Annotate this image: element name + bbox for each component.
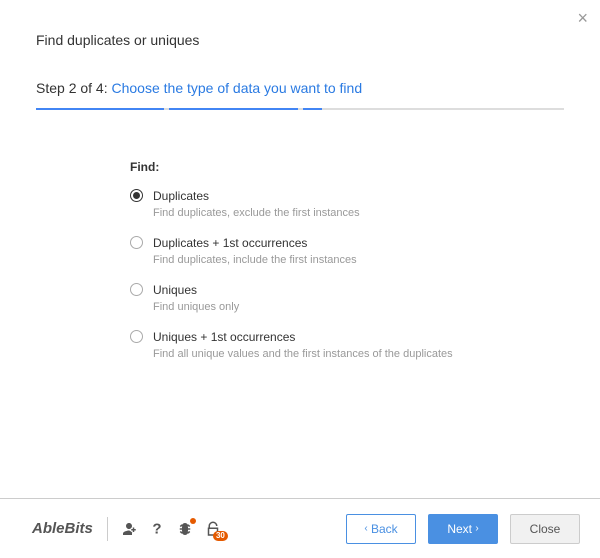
radio-hint: Find uniques only — [153, 301, 600, 313]
back-button-label: Back — [371, 522, 398, 536]
bug-icon[interactable] — [176, 520, 194, 538]
close-button[interactable]: Close — [510, 514, 580, 544]
radio-hint: Find all unique values and the first ins… — [153, 348, 600, 360]
radio-hint: Find duplicates, include the first insta… — [153, 254, 600, 266]
brand-logo: AbleBits — [32, 520, 93, 537]
notification-dot — [190, 518, 196, 524]
radio-duplicates-first[interactable]: Duplicates + 1st occurrences — [130, 235, 600, 250]
dialog-title: Find duplicates or uniques — [0, 0, 600, 56]
progress-seg-3 — [303, 108, 431, 110]
step-heading: Step 2 of 4: Choose the type of data you… — [0, 56, 600, 108]
radio-label: Duplicates + 1st occurrences — [153, 236, 307, 250]
radio-icon — [130, 236, 143, 249]
next-button-label: Next — [447, 522, 472, 536]
chevron-right-icon: › — [475, 523, 478, 534]
close-icon[interactable]: × — [577, 8, 588, 29]
radio-icon — [130, 330, 143, 343]
chevron-left-icon: ‹ — [364, 523, 367, 534]
radio-uniques-first[interactable]: Uniques + 1st occurrences — [130, 329, 600, 344]
radio-icon — [130, 283, 143, 296]
radio-uniques[interactable]: Uniques — [130, 282, 600, 297]
progress-seg-2 — [169, 108, 297, 110]
progress-seg-1 — [36, 108, 164, 110]
footer-icons: ? 30 — [120, 520, 222, 538]
step-number-label: Step 2 of 4: — [36, 80, 112, 96]
back-button[interactable]: ‹ Back — [346, 514, 416, 544]
progress-seg-4 — [436, 108, 564, 110]
radio-label: Uniques + 1st occurrences — [153, 330, 295, 344]
lock-icon[interactable]: 30 — [204, 520, 222, 538]
radio-duplicates[interactable]: Duplicates — [130, 188, 600, 203]
radio-hint: Find duplicates, exclude the first insta… — [153, 207, 600, 219]
close-button-label: Close — [530, 522, 561, 536]
next-button[interactable]: Next › — [428, 514, 498, 544]
step-description: Choose the type of data you want to find — [112, 80, 363, 96]
radio-label: Duplicates — [153, 189, 209, 203]
radio-label: Uniques — [153, 283, 197, 297]
form-content: Find: Duplicates Find duplicates, exclud… — [0, 110, 600, 360]
footer: AbleBits ? 30 ‹ Back Next › Close — [0, 498, 600, 558]
profile-icon[interactable] — [120, 520, 138, 538]
find-heading: Find: — [130, 160, 600, 174]
divider — [107, 517, 108, 541]
svg-text:?: ? — [152, 520, 161, 537]
radio-icon — [130, 189, 143, 202]
help-icon[interactable]: ? — [148, 520, 166, 538]
lock-badge: 30 — [213, 531, 228, 541]
